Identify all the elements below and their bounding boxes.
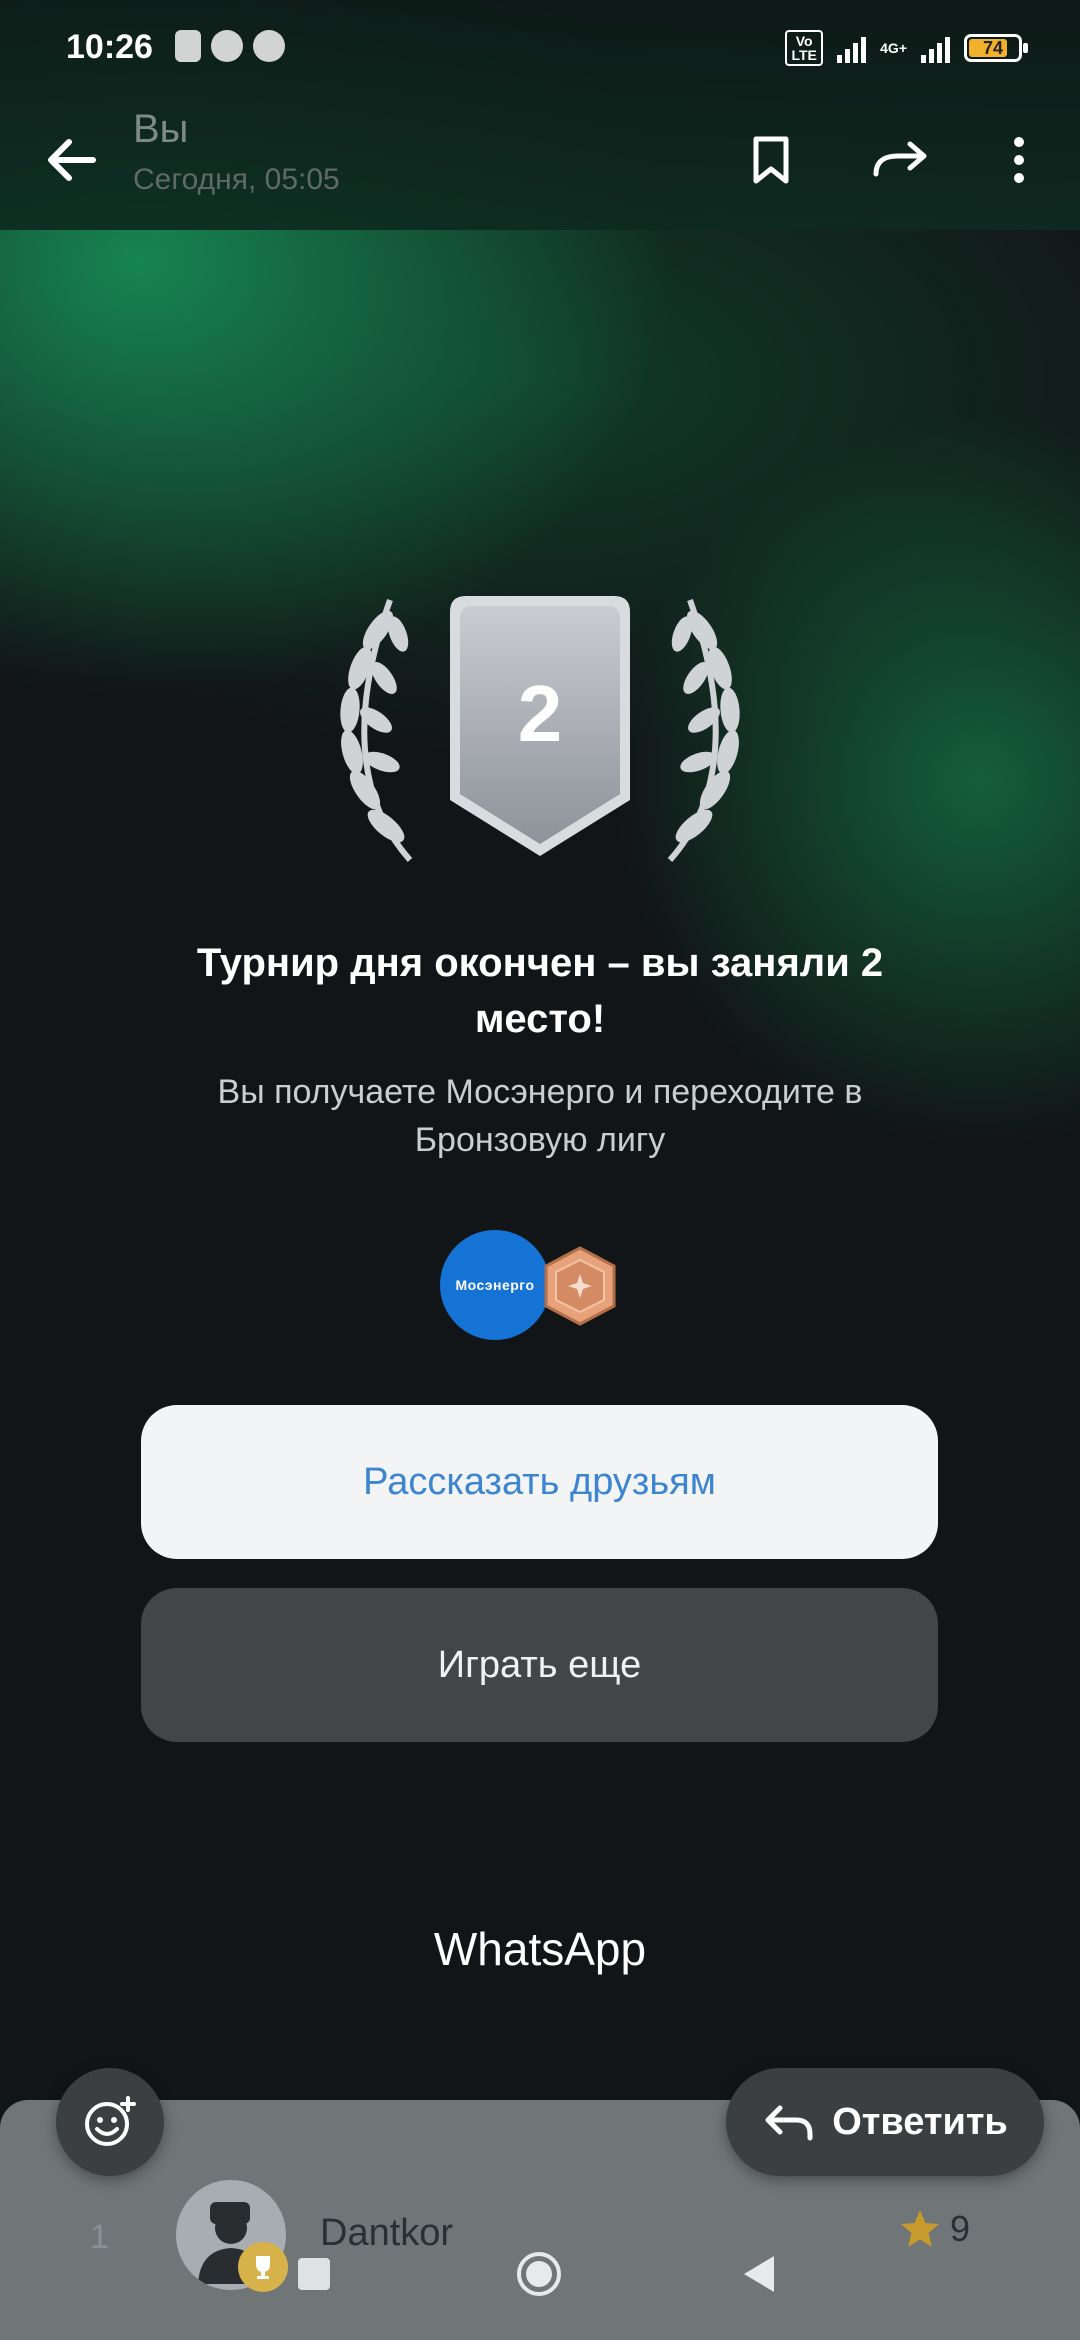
battery-level: 74 [982,38,1004,58]
nav-back-icon[interactable] [744,2256,774,2292]
reply-icon [765,2105,813,2141]
background [0,0,1080,2340]
username: Dantkor [320,2212,454,2254]
app-notification-icon [211,30,243,62]
reply-label: Ответить [832,2100,1008,2143]
status-bar: 10:26 Vo LTE 4G+ 74 [0,0,1080,95]
chat-title: Вы [133,107,189,151]
battery-saver-icon [175,30,201,62]
network-type: 4G+ [880,40,907,56]
signal-icon-2 [921,33,950,63]
chat-subtitle: Сегодня, 05:05 [133,163,340,196]
notification-icons [175,30,285,62]
volte-icon: Vo LTE [785,30,824,66]
back-arrow-icon[interactable] [36,125,106,195]
result-headline: Турнир дня окончен – вы заняли 2 место! [196,941,884,1041]
add-reaction-icon [85,2096,136,2146]
mosenergo-logo: Мосэнерго [440,1230,550,1340]
trophy-icon [238,2242,288,2292]
forward-icon[interactable] [866,125,936,195]
star-icon [900,2210,939,2247]
prize-logos: Мосэнерго [440,1228,640,1343]
place-badge: 2 [320,590,760,870]
bookmark-icon[interactable] [736,125,806,195]
planet-icon [253,30,285,62]
score-value: 9 [949,2208,970,2249]
reply-button[interactable]: Ответить [726,2068,1044,2176]
bronze-league-icon [542,1246,618,1326]
score: 9 [874,2190,994,2270]
emoji-reaction-button[interactable] [56,2068,164,2176]
home-icon[interactable] [517,2252,561,2296]
share-with-friends-button[interactable]: Рассказать друзьям [141,1405,938,1559]
play-again-button[interactable]: Играть еще [141,1588,938,1742]
signal-icon [837,33,867,63]
status-time: 10:26 [66,28,153,66]
app-bar: Вы Сегодня, 05:05 [0,95,1080,230]
whatsapp-label[interactable]: WhatsApp [0,1922,1080,1976]
rank-number: 1 [90,2218,109,2256]
battery-icon: 74 [964,34,1028,62]
recents-icon[interactable] [298,2258,330,2290]
mosenergo-logo-text: Мосэнерго [455,1277,535,1293]
place-number: 2 [517,669,563,758]
more-vert-icon[interactable] [984,125,1054,195]
result-description: Вы получаете Мосэнерго и переходите в Бр… [217,1073,863,1159]
